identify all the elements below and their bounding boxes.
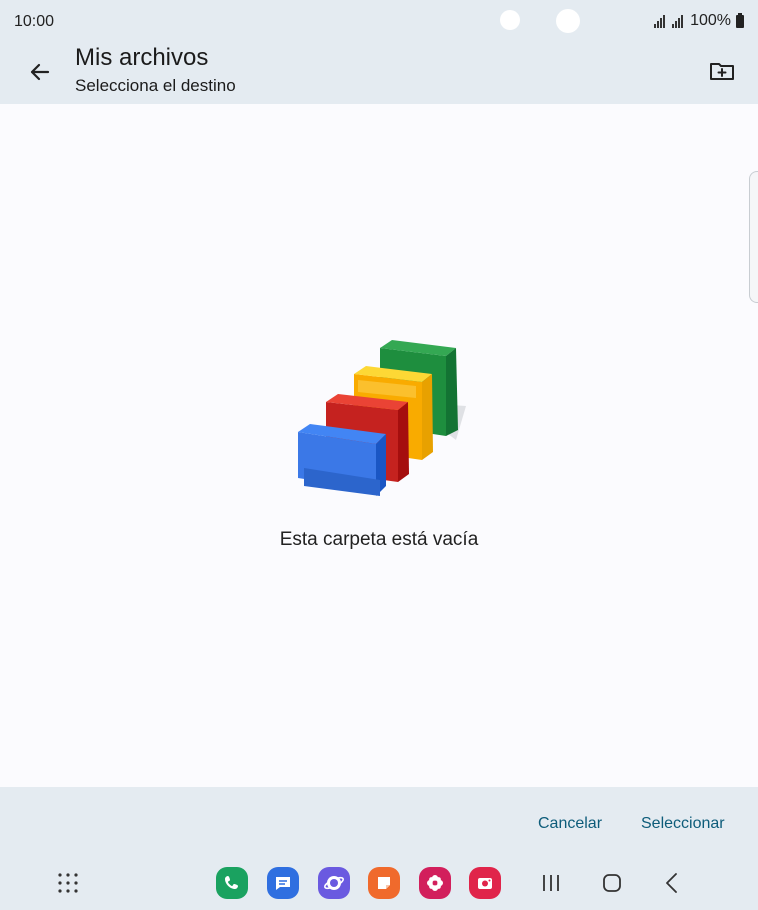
back-button[interactable] — [24, 56, 56, 88]
arrow-back-icon — [30, 63, 50, 81]
folder-content[interactable]: Esta carpeta está vacía — [0, 104, 758, 787]
phone-icon — [225, 876, 238, 889]
battery-icon — [736, 12, 744, 28]
select-button[interactable]: Seleccionar — [641, 815, 725, 833]
gallery-app-icon[interactable] — [419, 867, 451, 899]
apps-grid-icon[interactable] — [57, 872, 79, 894]
cancel-button[interactable]: Cancelar — [538, 815, 602, 833]
create-folder-button[interactable] — [706, 56, 738, 86]
status-time: 10:00 — [14, 13, 55, 30]
scroll-handle[interactable] — [749, 171, 758, 303]
empty-folders-illustration — [298, 340, 466, 496]
recents-icon[interactable] — [537, 869, 565, 897]
messages-app-icon[interactable] — [267, 867, 299, 899]
app-bar: Mis archivos Selecciona el destino — [0, 42, 758, 104]
messages-icon — [276, 877, 290, 890]
internet-app-icon[interactable] — [318, 867, 350, 899]
empty-folder-message: Esta carpeta está vacía — [279, 529, 479, 550]
navigation-bar — [0, 855, 758, 910]
battery-percent: 100% — [690, 12, 731, 29]
camera-app-icon[interactable] — [469, 867, 501, 899]
camera-cutout-icon — [500, 10, 520, 30]
signal-icon — [672, 14, 684, 28]
phone-app-icon[interactable] — [216, 867, 248, 899]
page-subtitle: Selecciona el destino — [75, 76, 236, 95]
action-footer: Cancelar Seleccionar — [0, 787, 758, 855]
gallery-icon — [427, 875, 443, 891]
signal-icon — [654, 14, 666, 28]
status-bar: 10:00 100% — [0, 0, 758, 42]
home-icon[interactable] — [598, 869, 626, 897]
notes-app-icon[interactable] — [368, 867, 400, 899]
status-indicators: 100% — [654, 12, 744, 30]
page-title: Mis archivos — [75, 44, 209, 71]
internet-icon — [324, 876, 344, 890]
back-icon[interactable] — [658, 869, 686, 897]
notes-icon — [378, 877, 390, 889]
create-folder-icon — [710, 63, 734, 80]
camera-icon — [478, 878, 492, 889]
camera-cutout-icon — [556, 9, 580, 33]
